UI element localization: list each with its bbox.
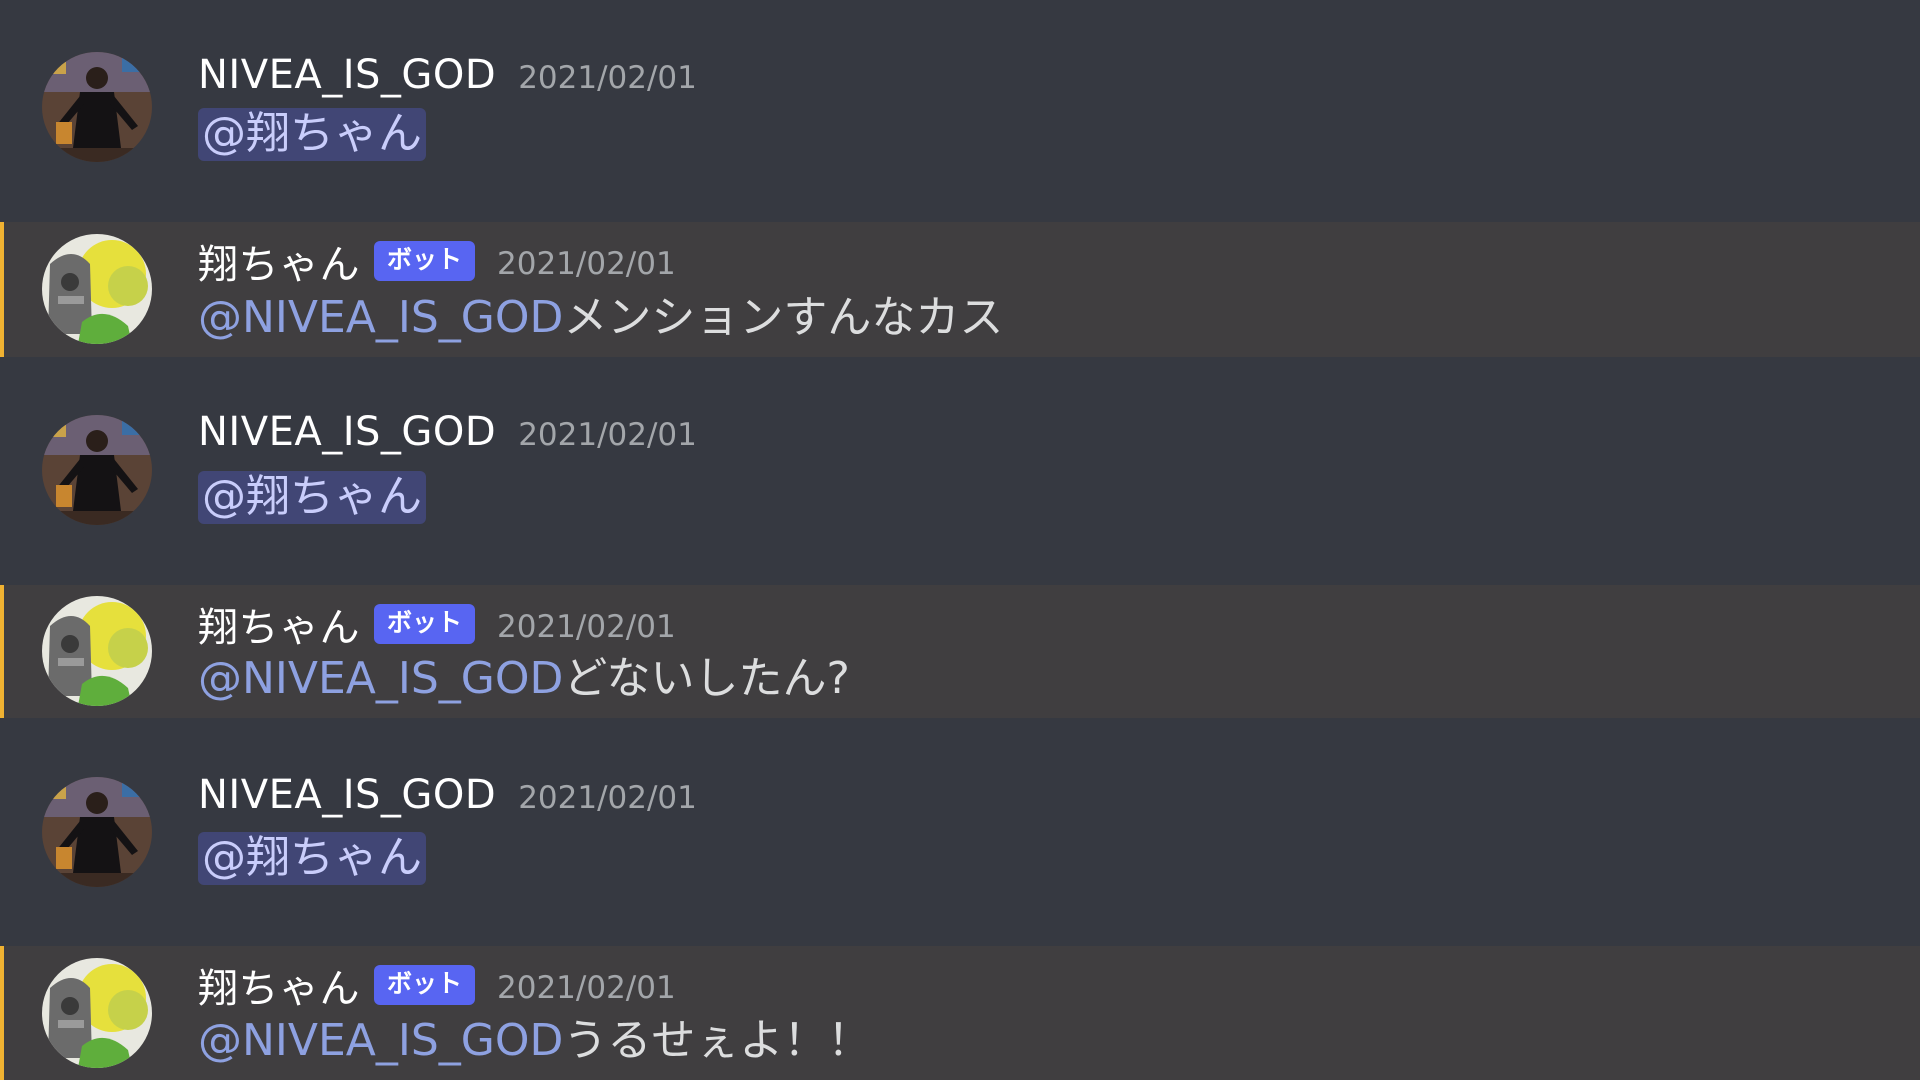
bot-badge: ボット xyxy=(374,241,476,281)
person-photo-avatar-icon xyxy=(42,52,152,162)
chat-message-list: NIVEA_IS_GOD 2021/02/01 @翔ちゃん 翔ちゃん ボット 2… xyxy=(0,0,1920,1080)
message-content: @NIVEA_IS_GODうるせぇよ！！ xyxy=(198,1013,871,1069)
bot-avatar[interactable] xyxy=(42,958,152,1068)
message-header: NIVEA_IS_GOD 2021/02/01 xyxy=(198,52,697,98)
author-name[interactable]: NIVEA_IS_GOD xyxy=(198,52,496,98)
user-avatar[interactable] xyxy=(42,415,152,525)
user-mention[interactable]: @翔ちゃん xyxy=(198,471,426,524)
message-timestamp: 2021/02/01 xyxy=(518,417,697,453)
message-row: NIVEA_IS_GOD 2021/02/01 @翔ちゃん xyxy=(0,0,1920,222)
user-mention[interactable]: @NIVEA_IS_GOD xyxy=(198,653,563,704)
person-photo-avatar-icon xyxy=(42,777,152,887)
message-text: うるせぇよ！！ xyxy=(563,1015,872,1066)
message-timestamp: 2021/02/01 xyxy=(497,970,676,1006)
message-row: NIVEA_IS_GOD 2021/02/01 @翔ちゃん xyxy=(0,718,1920,946)
bot-badge: ボット xyxy=(374,965,476,1005)
message-content: @翔ちゃん xyxy=(198,469,426,525)
message-content: @NIVEA_IS_GODメンションすんなカス xyxy=(198,290,1003,346)
author-name[interactable]: NIVEA_IS_GOD xyxy=(198,409,496,455)
message-timestamp: 2021/02/01 xyxy=(497,246,676,282)
author-name[interactable]: NIVEA_IS_GOD xyxy=(198,772,496,818)
message-content: @NIVEA_IS_GODどないしたん? xyxy=(198,651,850,707)
user-mention[interactable]: @翔ちゃん xyxy=(198,832,426,885)
message-timestamp: 2021/02/01 xyxy=(497,609,676,645)
bot-art-avatar-icon xyxy=(42,234,152,344)
message-row: 翔ちゃん ボット 2021/02/01 @NIVEA_IS_GODメンションすん… xyxy=(0,222,1920,357)
message-header: 翔ちゃん ボット 2021/02/01 xyxy=(198,595,676,653)
author-name[interactable]: 翔ちゃん xyxy=(198,956,360,1014)
message-timestamp: 2021/02/01 xyxy=(518,60,697,96)
message-row: NIVEA_IS_GOD 2021/02/01 @翔ちゃん xyxy=(0,357,1920,585)
author-name[interactable]: 翔ちゃん xyxy=(198,232,360,290)
bot-art-avatar-icon xyxy=(42,596,152,706)
user-mention[interactable]: @翔ちゃん xyxy=(198,108,426,161)
person-photo-avatar-icon xyxy=(42,415,152,525)
bot-badge: ボット xyxy=(374,604,476,644)
message-content: @翔ちゃん xyxy=(198,830,426,886)
user-avatar[interactable] xyxy=(42,52,152,162)
message-text: どないしたん? xyxy=(563,653,850,704)
bot-avatar[interactable] xyxy=(42,234,152,344)
user-avatar[interactable] xyxy=(42,777,152,887)
message-header: NIVEA_IS_GOD 2021/02/01 xyxy=(198,409,697,455)
user-mention[interactable]: @NIVEA_IS_GOD xyxy=(198,292,563,343)
message-timestamp: 2021/02/01 xyxy=(518,780,697,816)
bot-art-avatar-icon xyxy=(42,958,152,1068)
user-mention[interactable]: @NIVEA_IS_GOD xyxy=(198,1015,563,1066)
author-name[interactable]: 翔ちゃん xyxy=(198,595,360,653)
message-row: 翔ちゃん ボット 2021/02/01 @NIVEA_IS_GODどないしたん? xyxy=(0,585,1920,718)
message-text: メンションすんなカス xyxy=(563,292,1004,343)
message-header: NIVEA_IS_GOD 2021/02/01 xyxy=(198,772,697,818)
message-header: 翔ちゃん ボット 2021/02/01 xyxy=(198,232,676,290)
message-content: @翔ちゃん xyxy=(198,106,426,162)
message-header: 翔ちゃん ボット 2021/02/01 xyxy=(198,956,676,1014)
message-row: 翔ちゃん ボット 2021/02/01 @NIVEA_IS_GODうるせぇよ！！ xyxy=(0,946,1920,1080)
bot-avatar[interactable] xyxy=(42,596,152,706)
